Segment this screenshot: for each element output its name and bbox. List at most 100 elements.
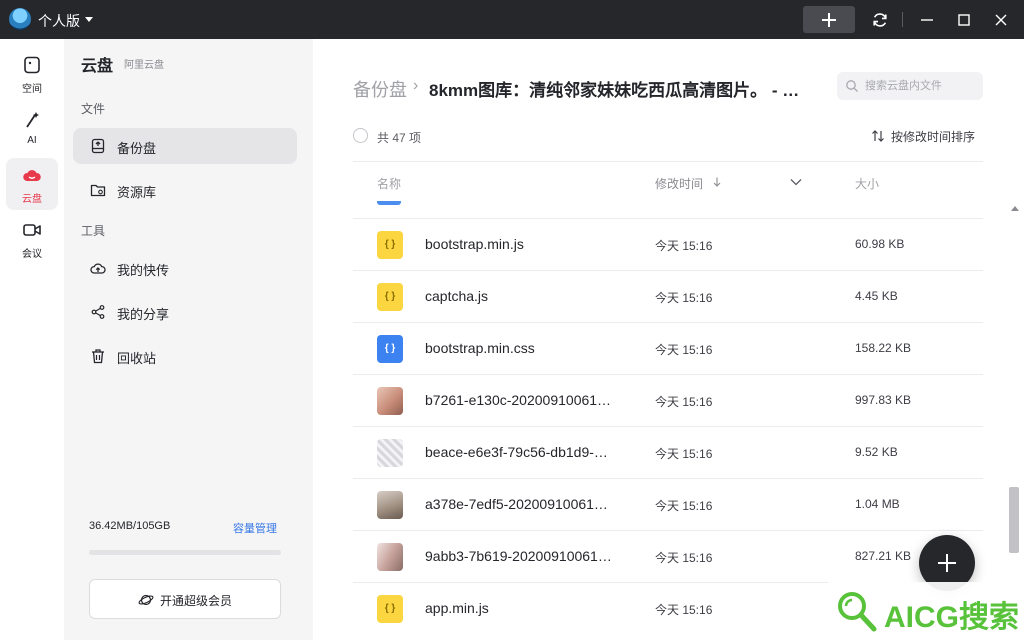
new-plus-button[interactable] — [803, 6, 855, 33]
search-box[interactable] — [837, 72, 983, 100]
breadcrumb-separator: › — [413, 77, 419, 94]
sidebar-item-recycle-bin[interactable]: 回收站 — [73, 338, 297, 374]
rail-item-ai[interactable]: AI — [6, 103, 58, 155]
file-name[interactable]: bootstrap.min.css — [425, 340, 615, 356]
file-name[interactable]: beace-e6e3f-79c56-db1d9-… — [425, 444, 615, 460]
maximize-icon[interactable] — [954, 10, 974, 30]
titlebar-divider — [902, 12, 903, 27]
file-icon-partial — [377, 201, 401, 205]
image-thumbnail — [377, 543, 403, 571]
file-row[interactable]: beace-e6e3f-79c56-db1d9-… 今天 15:16 9.52 … — [353, 426, 983, 478]
file-name[interactable]: app.min.js — [425, 600, 615, 616]
sidebar-item-label: 回收站 — [117, 351, 157, 366]
storage-usage: 36.42MB/105GB — [89, 520, 171, 532]
group-label-tools: 工具 — [81, 224, 106, 238]
sort-icon — [872, 130, 884, 142]
sidebar-item-label: 备份盘 — [117, 141, 157, 156]
sort-desc-arrow-icon[interactable] — [711, 176, 723, 188]
scrollbar-thumb[interactable] — [1009, 487, 1019, 553]
file-name[interactable]: bootstrap.min.js — [425, 236, 615, 252]
avatar[interactable] — [9, 8, 31, 30]
file-size: 827.21 KB — [855, 549, 912, 563]
minimize-icon[interactable] — [917, 10, 937, 30]
js-file-icon: { } — [377, 283, 403, 311]
close-icon[interactable] — [991, 10, 1011, 30]
rail-label: 云盘 — [22, 194, 42, 205]
file-name[interactable]: a378e-7edf5-20200910061… — [425, 496, 615, 512]
group-label-files: 文件 — [81, 102, 106, 116]
file-modified-time: 今天 15:16 — [655, 395, 713, 409]
scroll-up-arrow-icon[interactable] — [1011, 206, 1019, 211]
sidebar-item-label: 我的分享 — [117, 307, 170, 322]
file-size: 4.45 KB — [855, 289, 898, 303]
file-row[interactable]: a378e-7edf5-20200910061… 今天 15:16 1.04 M… — [353, 478, 983, 530]
planet-icon — [138, 594, 154, 606]
column-header-size[interactable]: 大小 — [855, 175, 879, 192]
rail-item-space[interactable]: 空间 — [6, 48, 58, 100]
sidebar-item-label: 我的快传 — [117, 263, 170, 278]
trash-icon — [92, 349, 104, 364]
column-header-name[interactable]: 名称 — [377, 175, 401, 192]
file-modified-time: 今天 15:16 — [655, 551, 713, 565]
file-size: 9.52 KB — [855, 445, 898, 459]
file-name[interactable]: b7261-e130c-20200910061… — [425, 392, 615, 408]
file-modified-time: 今天 15:16 — [655, 499, 713, 513]
breadcrumb-current: 8kmm图库：清纯邻家妹妹吃西瓜高清图片。 - … — [429, 81, 800, 100]
sort-label: 按修改时间排序 — [891, 130, 976, 144]
file-size: 1.04 MB — [855, 497, 900, 511]
upgrade-vip-button[interactable]: 开通超级会员 — [89, 579, 281, 619]
sidebar-item-backup[interactable]: 备份盘 — [73, 128, 297, 164]
file-list: { } bootstrap.min.js 今天 15:16 60.98 KB {… — [353, 201, 983, 640]
upgrade-vip-label: 开通超级会员 — [160, 594, 233, 608]
rail-item-cloud-drive[interactable]: 云盘 — [6, 158, 58, 210]
backup-drive-icon — [91, 138, 105, 154]
file-modified-time: 今天 15:16 — [655, 447, 713, 461]
cloud-drive-icon — [23, 170, 41, 181]
edition-switcher-label[interactable]: 个人版 — [38, 11, 80, 31]
search-input[interactable] — [865, 76, 977, 96]
title-bar: 个人版 — [0, 0, 1024, 39]
rail-label: 空间 — [22, 84, 42, 95]
file-row[interactable]: 9abb3-7b619-20200910061… 今天 15:16 827.21… — [353, 530, 983, 582]
file-modified-time: 今天 15:16 — [655, 291, 713, 305]
file-row[interactable]: { } bootstrap.min.css 今天 15:16 158.22 KB — [353, 322, 983, 374]
image-thumbnail — [377, 439, 403, 467]
resource-folder-icon — [90, 184, 106, 197]
file-row[interactable]: { } bootstrap.min.js 今天 15:16 60.98 KB — [353, 218, 983, 270]
sidebar-item-label: 资源库 — [117, 185, 157, 200]
ai-wand-icon — [26, 112, 39, 128]
scrollbar[interactable] — [1007, 201, 1021, 640]
file-name[interactable]: captcha.js — [425, 288, 615, 304]
caret-down-icon[interactable] — [85, 17, 93, 22]
rail-item-meeting[interactable]: 会议 — [6, 213, 58, 265]
space-icon — [24, 56, 40, 74]
cloud-upload-icon — [90, 263, 106, 274]
rail-label: 会议 — [22, 249, 42, 260]
rail-label: AI — [27, 135, 37, 146]
main-content: 备份盘 › 8kmm图库：清纯邻家妹妹吃西瓜高清图片。 - … 共 47 项 按… — [313, 39, 1024, 640]
sidebar-item-my-shares[interactable]: 我的分享 — [73, 294, 297, 330]
sidebar-item-quick-transfer[interactable]: 我的快传 — [73, 250, 297, 286]
watermark-text: AICG搜索 — [884, 601, 1019, 634]
file-row[interactable]: b7261-e130c-20200910061… 今天 15:16 997.83… — [353, 374, 983, 426]
select-all-checkbox[interactable] — [353, 128, 368, 143]
column-header-time[interactable]: 修改时间 — [655, 175, 703, 192]
sync-icon[interactable] — [870, 10, 890, 30]
file-size: 60.98 KB — [855, 237, 905, 251]
sidebar: 云盘 阿里云盘 文件 备份盘 资源库 工具 我的快传 我的分享 回收站 36.4… — [64, 39, 313, 640]
file-row[interactable]: { } captcha.js 今天 15:16 4.45 KB — [353, 270, 983, 322]
css-file-icon: { } — [377, 335, 403, 363]
file-modified-time: 今天 15:16 — [655, 343, 713, 357]
file-modified-time: 今天 15:16 — [655, 603, 713, 617]
storage-manage-link[interactable]: 容量管理 — [233, 520, 277, 536]
file-name[interactable]: 9abb3-7b619-20200910061… — [425, 548, 615, 564]
breadcrumb-root[interactable]: 备份盘 — [353, 76, 407, 102]
chevron-down-icon[interactable] — [789, 176, 803, 188]
file-size: 158.22 KB — [855, 341, 912, 355]
sidebar-item-resources[interactable]: 资源库 — [73, 172, 297, 208]
js-file-icon: { } — [377, 231, 403, 259]
sort-button[interactable]: 按修改时间排序 — [871, 128, 983, 144]
magnifier-logo-icon — [838, 592, 877, 632]
item-count: 共 47 项 — [377, 131, 422, 145]
sidebar-title: 云盘 — [81, 58, 114, 75]
